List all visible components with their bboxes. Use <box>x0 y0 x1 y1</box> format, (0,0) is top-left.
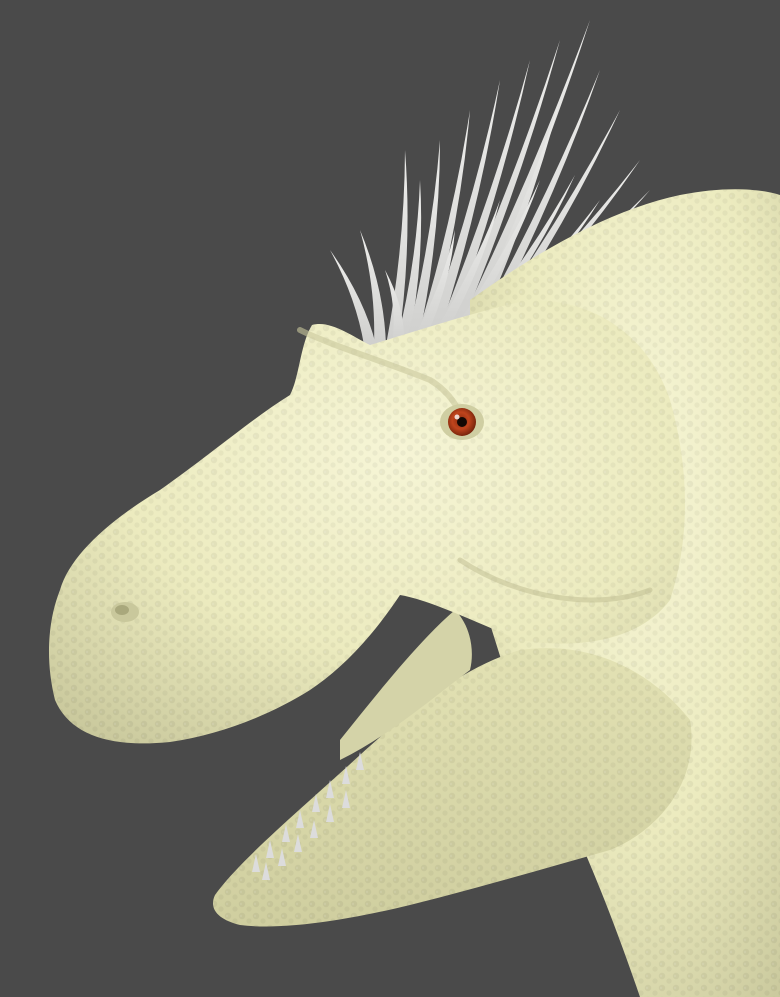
dinosaur-render <box>48 20 780 997</box>
eye-highlight <box>454 414 460 420</box>
render-viewport <box>0 0 780 997</box>
nostril-opening <box>115 605 129 615</box>
